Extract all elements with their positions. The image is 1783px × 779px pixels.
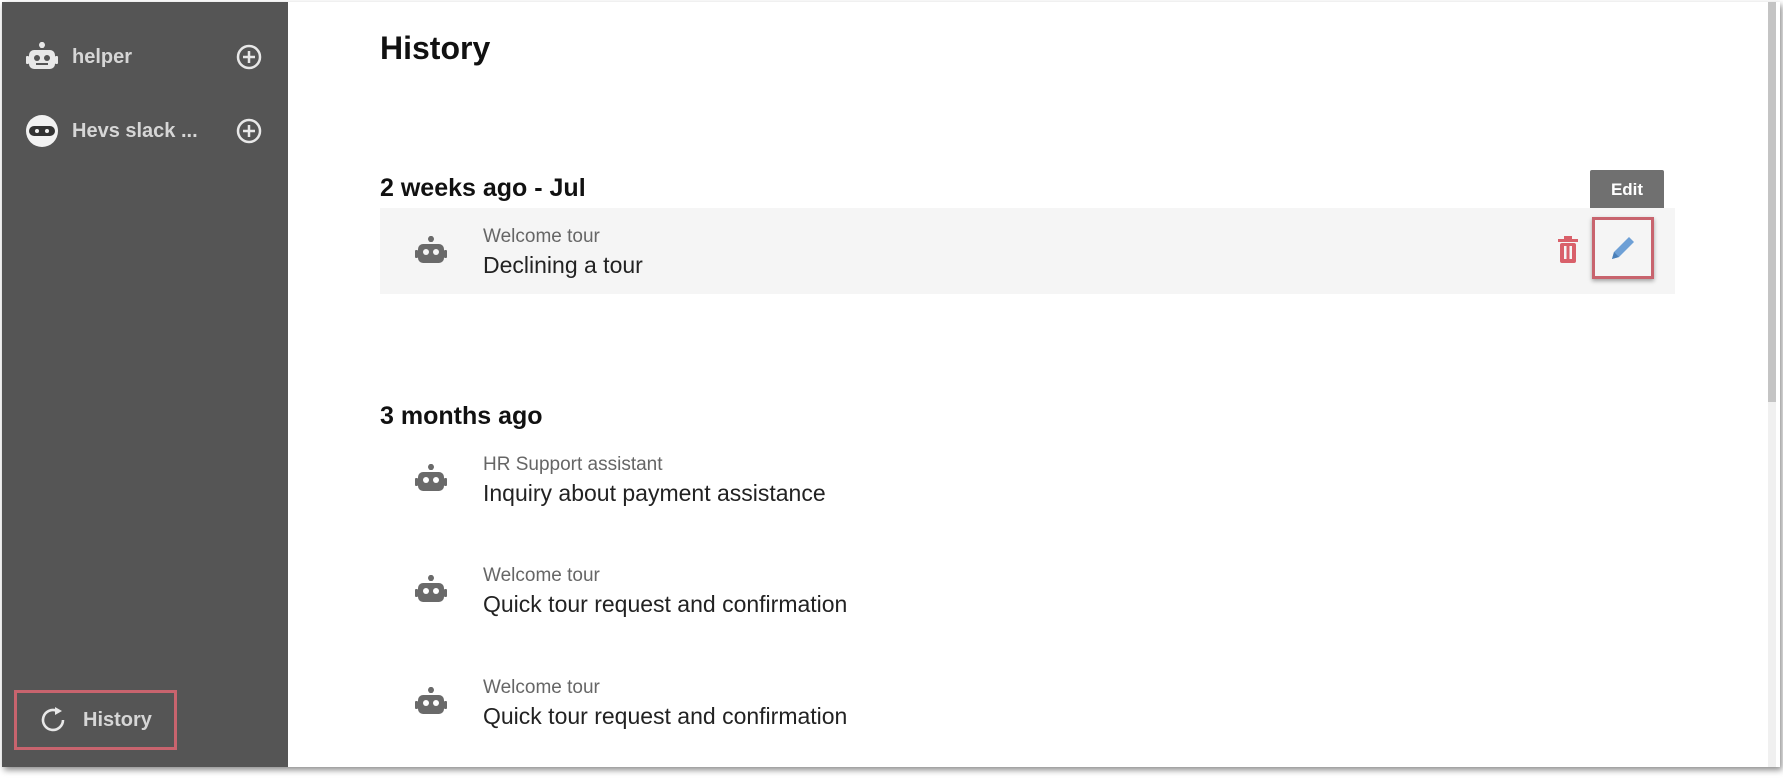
trash-icon [1558,236,1578,263]
item-subtitle: HR Support assistant [483,454,663,475]
robot-icon [24,39,60,75]
add-circle-icon[interactable] [234,42,264,72]
item-subtitle: Welcome tour [483,226,600,247]
group-title: 3 months ago [380,402,543,430]
robot-icon [415,575,447,602]
edit-tooltip: Edit [1590,170,1664,210]
group-title: 2 weeks ago - Jul [380,174,586,202]
sidebar-bot-name: Hevs slack ... [72,119,198,142]
scrollbar[interactable] [1768,2,1776,767]
robot-icon [415,464,447,491]
item-subtitle: Welcome tour [483,677,600,698]
edit-button[interactable] [1592,217,1654,279]
sidebar-bot-helper[interactable]: helper [24,32,264,82]
item-subtitle: Welcome tour [483,565,600,586]
history-button[interactable]: History [14,690,177,750]
item-label: Quick tour request and confirmation [483,703,848,729]
robot-icon [415,236,447,263]
refresh-icon [37,704,69,736]
pencil-icon [1612,237,1634,259]
ninja-icon [24,113,60,149]
item-label: Quick tour request and confirmation [483,591,848,617]
sidebar-bot-name: helper [72,45,133,68]
scrollbar-thumb[interactable] [1768,2,1776,402]
app-window: helper Hevs slack ... History History 2 … [2,2,1780,767]
delete-button[interactable] [1553,234,1583,266]
list-item[interactable]: Welcome tour Quick tour request and conf… [380,659,1675,745]
add-circle-icon[interactable] [234,116,264,146]
main-content: History 2 weeks ago - Jul Edit Welcome t… [288,2,1780,767]
list-item[interactable]: HR Support assistant Inquiry about payme… [380,436,1675,522]
sidebar: helper Hevs slack ... History [2,2,288,767]
robot-icon [415,687,447,714]
history-label: History [83,708,152,731]
list-item[interactable]: Welcome tour Quick tour request and conf… [380,547,1675,633]
item-label: Declining a tour [483,252,643,278]
page-title: History [380,30,491,66]
item-label: Inquiry about payment assistance [483,480,826,506]
sidebar-bot-hevs-slack[interactable]: Hevs slack ... [24,106,264,156]
list-item[interactable]: Welcome tour Declining a tour [380,208,1675,294]
